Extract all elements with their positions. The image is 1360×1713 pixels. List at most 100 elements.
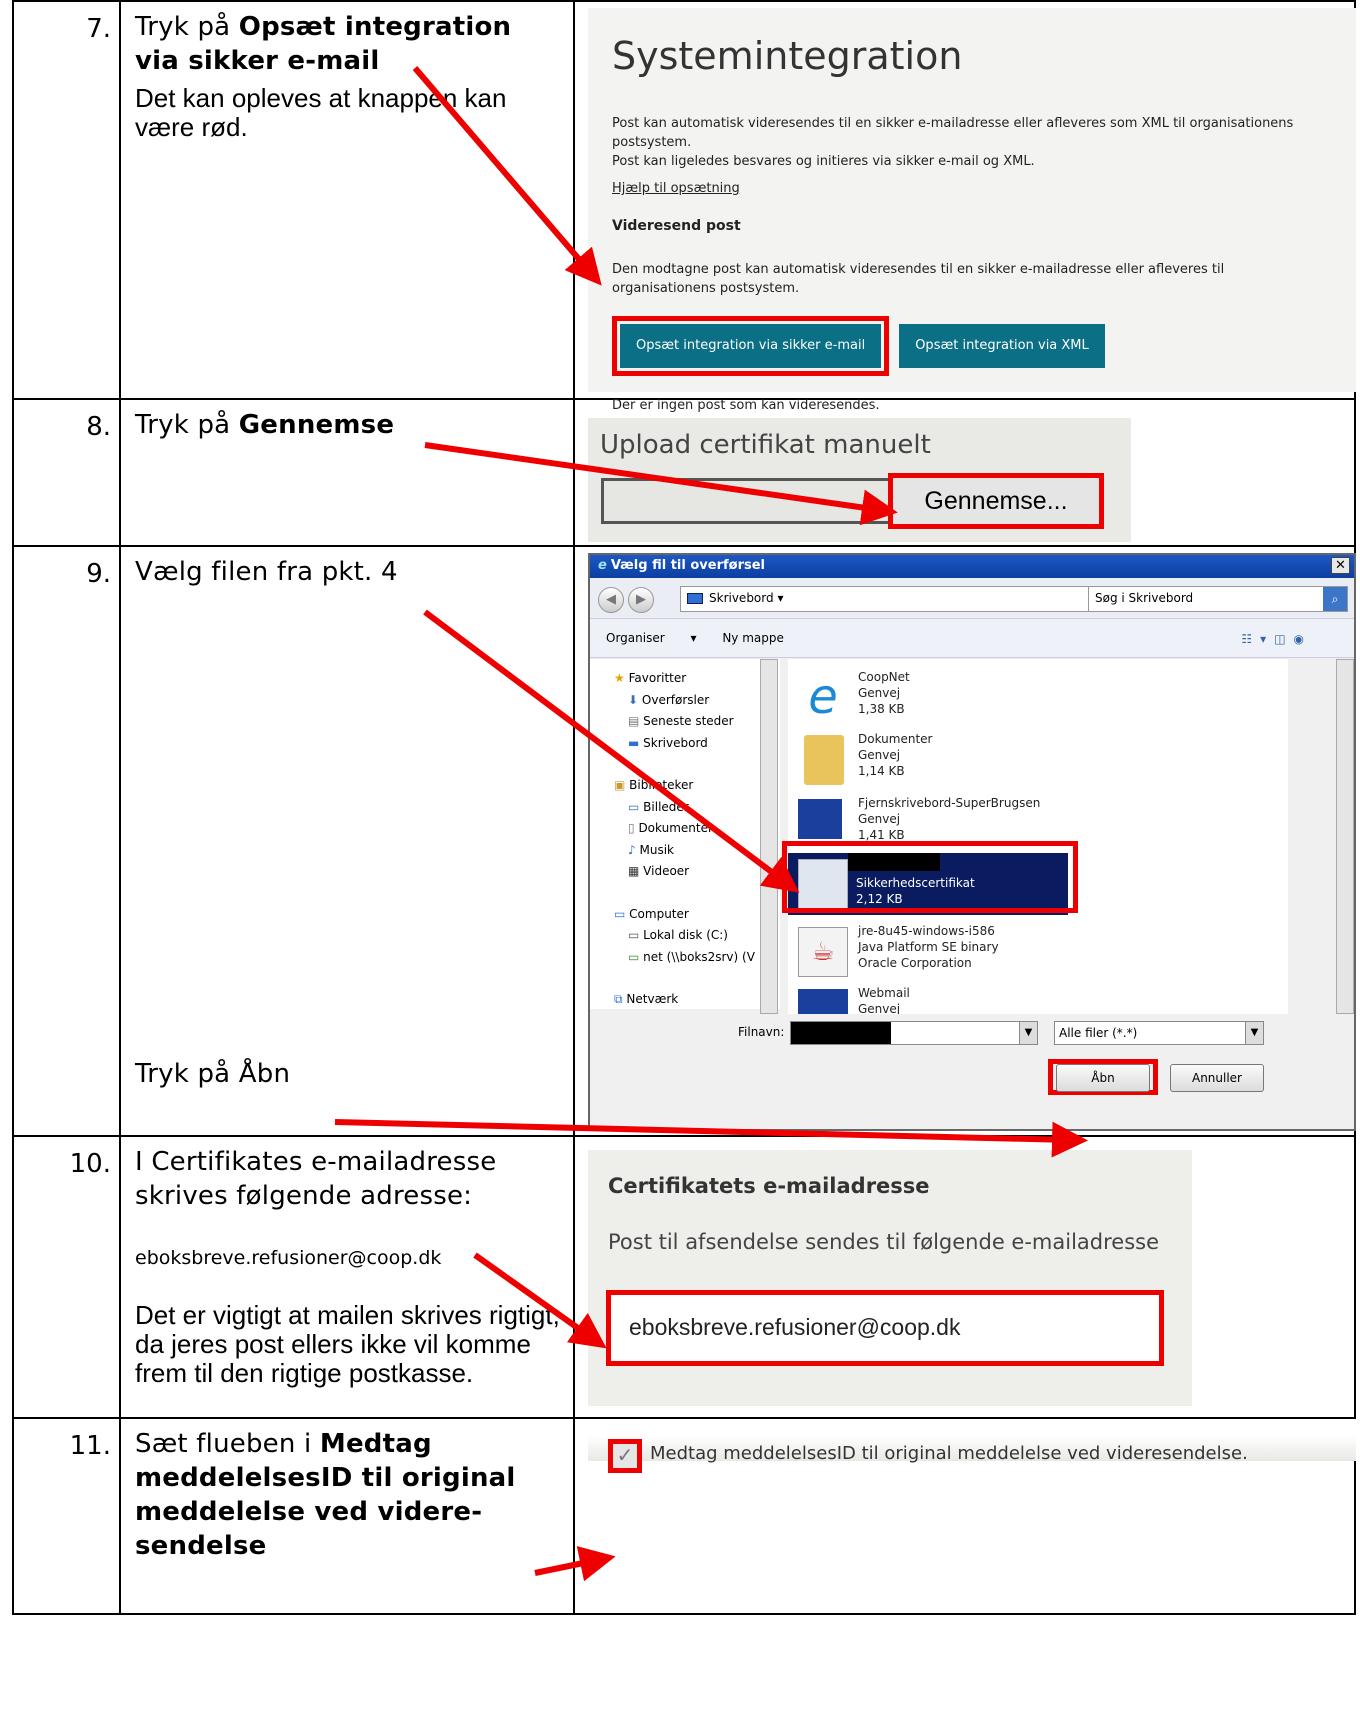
file-type-select[interactable]: Alle filer (*.*) ▼ xyxy=(1054,1021,1264,1045)
dialog-title: Vælg fil til overførsel xyxy=(610,558,765,573)
instruction-table: 7. Tryk på Opsæt integration via sikker … xyxy=(12,0,1356,1615)
screenshot-cell: Upload certifikat manuelt Gennemse... xyxy=(573,398,1356,547)
systemintegration-panel: Systemintegration Post kan automatisk vi… xyxy=(588,8,1356,413)
file-dialog: e Vælg fil til overførsel ✕ ◀ ▶ Skrivebor… xyxy=(588,553,1356,1131)
back-icon[interactable]: ◀ xyxy=(598,587,624,613)
file-item[interactable]: ☕ jre-8u45-windows-i586 Java Platform SE … xyxy=(798,921,1278,983)
medtag-checkbox[interactable]: ✓ xyxy=(608,1439,642,1473)
email-address-text: eboksbreve.refusioner@coop.dk xyxy=(135,1247,442,1269)
file-path-field[interactable] xyxy=(601,478,891,524)
step-number: 9. xyxy=(12,545,121,1137)
filename-label: Filnavn: xyxy=(738,1025,785,1039)
file-item[interactable]: e CoopNet Genvej 1,38 KB xyxy=(798,667,1278,729)
desktop-icon xyxy=(687,593,703,604)
panel-paragraph: Post kan ligeledes besvares og initieres… xyxy=(612,154,1035,169)
step-row-9: 9. Vælg filen fra pkt. 4 Tryk på Åbn e Væ… xyxy=(12,545,1356,1137)
nav-network-drive[interactable]: ▭ net (\\boks2srv) (V xyxy=(614,950,780,972)
step-number: 8. xyxy=(12,398,121,547)
step-text-line: Vælg filen fra pkt. 4 xyxy=(135,557,398,587)
panel-paragraph: Post kan automatisk videresendes til en … xyxy=(612,116,1294,150)
nav-libraries[interactable]: ▣ Biblioteker xyxy=(614,778,780,800)
setup-email-integration-button[interactable]: Opsæt integration via sikker e-mail xyxy=(620,324,882,368)
filename-row: Filnavn: ▼ Alle filer (*.*) ▼ Åbn Annull… xyxy=(590,1017,1354,1095)
nav-recent[interactable]: ▤ Seneste steder xyxy=(614,714,780,736)
screenshot-cell: e Vælg fil til overførsel ✕ ◀ ▶ Skrivebor… xyxy=(573,545,1356,1137)
search-input[interactable]: Søg i Skrivebord ⌕ xyxy=(1088,586,1348,612)
nav-desktop[interactable]: ▬ Skrivebord xyxy=(614,736,780,758)
browse-button[interactable]: Gennemse... xyxy=(888,473,1104,529)
step-text-line: Tryk på Åbn xyxy=(135,1059,291,1089)
file-list: e CoopNet Genvej 1,38 KB Dokumenter Genvej 1… xyxy=(788,659,1288,1014)
network-icon: ⧉ xyxy=(614,992,623,1006)
step-note: Det kan opleves at knappen kan være rød. xyxy=(135,83,507,142)
panel-heading: Certifikatets e-mailadresse xyxy=(608,1174,930,1198)
nav-scrollbar[interactable] xyxy=(760,659,778,1014)
desktop-icon: ▬ xyxy=(628,735,640,750)
address-bar: ◀ ▶ Skrivebord ▾ Søg i Skrivebord ⌕ xyxy=(590,578,1354,618)
panel-paragraph: Den modtagne post kan automatisk videres… xyxy=(612,262,1225,296)
nav-documents[interactable]: ▯ Dokumenter xyxy=(614,821,780,843)
step-text-line: I Certifikates e-mailadresse skrives føl… xyxy=(135,1147,497,1211)
remote-desktop-icon xyxy=(798,799,842,839)
help-link[interactable]: Hjælp til opsætning xyxy=(612,181,740,196)
step-text-prefix: Tryk på xyxy=(135,12,239,42)
navigation-pane: ★ Favoritter ⬇ Overførsler ▤ Seneste ste… xyxy=(590,659,780,1009)
file-item[interactable]: Dokumenter Genvej 1,14 KB xyxy=(798,729,1278,791)
chevron-down-icon[interactable]: ▼ xyxy=(1245,1022,1263,1044)
step-row-8: 8. Tryk på Gennemse Upload certifikat ma… xyxy=(12,398,1356,547)
files-scrollbar[interactable] xyxy=(1336,659,1354,1014)
chevron-down-icon[interactable]: ▼ xyxy=(1019,1022,1037,1044)
screenshot-cell: Certifikatets e-mailadresse Post til afs… xyxy=(573,1135,1356,1419)
panel-description: Post til afsendelse sendes til følgende … xyxy=(608,1230,1160,1254)
star-icon: ★ xyxy=(614,671,625,685)
search-icon[interactable]: ⌕ xyxy=(1323,587,1347,611)
step-text: Tryk på Opsæt integration via sikker e-m… xyxy=(119,0,575,400)
ie-icon: e xyxy=(598,558,607,573)
organize-menu[interactable]: Organiser ▾ xyxy=(606,631,697,645)
nav-pictures[interactable]: ▭ Billeder xyxy=(614,800,780,822)
close-icon[interactable]: ✕ xyxy=(1331,557,1350,574)
open-button[interactable]: Åbn xyxy=(1056,1064,1150,1092)
search-placeholder: Søg i Skrivebord xyxy=(1095,591,1194,605)
filename-input[interactable]: ▼ xyxy=(790,1021,1038,1045)
nav-local-disk[interactable]: ▭ Lokal disk (C:) xyxy=(614,928,780,950)
upload-panel: Upload certifikat manuelt Gennemse... xyxy=(588,418,1131,542)
medtag-label: Medtag meddelelsesID til original meddel… xyxy=(650,1443,1248,1464)
step-row-10: 10. I Certifikates e-mailadresse skrives… xyxy=(12,1135,1356,1419)
nav-favorites[interactable]: ★ Favoritter xyxy=(614,671,780,693)
step-text: Tryk på Gennemse xyxy=(119,398,575,547)
step-number: 11. xyxy=(12,1417,121,1615)
step-text-prefix: Sæt flueben i xyxy=(135,1429,320,1459)
step-text-prefix: Tryk på xyxy=(135,410,239,440)
new-folder-button[interactable]: Ny mappe xyxy=(722,631,784,645)
nav-computer[interactable]: ▭ Computer xyxy=(614,907,780,929)
webmail-icon xyxy=(798,989,848,1014)
screenshot-cell: ✓ Medtag meddelelsesID til original medd… xyxy=(573,1417,1356,1615)
screenshot-cell: Systemintegration Post kan automatisk vi… xyxy=(573,0,1356,413)
nav-videos[interactable]: ▦ Videoer xyxy=(614,864,780,886)
location-dropdown[interactable]: Skrivebord ▾ xyxy=(680,586,1150,612)
setup-xml-integration-button[interactable]: Opsæt integration via XML xyxy=(899,324,1105,368)
highlight-box xyxy=(782,841,1078,913)
step-number: 10. xyxy=(12,1135,121,1419)
step-text: Sæt flueben i Medtag meddelelsesID til o… xyxy=(119,1417,575,1615)
network-drive-icon: ▭ xyxy=(628,949,640,964)
forward-icon[interactable]: ▶ xyxy=(628,587,654,613)
step-number: 7. xyxy=(12,0,121,400)
nav-downloads[interactable]: ⬇ Overførsler xyxy=(614,693,780,715)
step-text: Vælg filen fra pkt. 4 Tryk på Åbn xyxy=(119,545,575,1137)
nav-network[interactable]: ⧉ Netværk xyxy=(614,992,780,1014)
folder-icon xyxy=(804,735,844,785)
picture-icon: ▭ xyxy=(628,799,640,814)
video-icon: ▦ xyxy=(628,864,640,878)
panel-title: Systemintegration xyxy=(612,34,963,78)
highlight-box: Opsæt integration via sikker e-mail xyxy=(612,316,890,376)
cancel-button[interactable]: Annuller xyxy=(1170,1064,1264,1092)
nav-music[interactable]: ♪ Musik xyxy=(614,843,780,865)
view-options-icon[interactable]: ☷▾◫◉ xyxy=(1241,632,1312,646)
document-icon: ▯ xyxy=(628,821,635,835)
file-item[interactable]: Webmail Genvej xyxy=(798,983,1278,1014)
ie-icon: e xyxy=(808,669,838,725)
email-field[interactable]: eboksbreve.refusioner@coop.dk xyxy=(606,1290,1164,1366)
step-row-11: 11. Sæt flueben i Medtag meddelelsesID t… xyxy=(12,1417,1356,1615)
